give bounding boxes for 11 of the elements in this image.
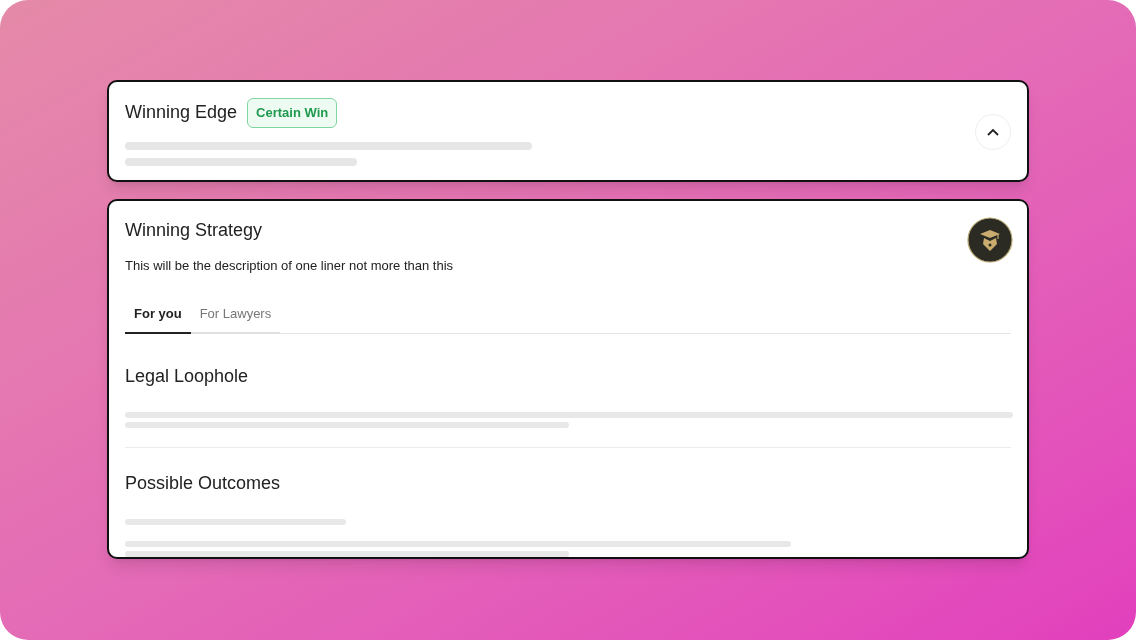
collapse-button[interactable] [975,114,1011,150]
card-description: This will be the description of one liner not more than this [125,257,454,275]
chevron-up-icon [987,128,999,136]
tab[interactable]: For you [125,303,191,334]
card-title: Winning Edge [125,101,238,125]
graduation-cap-pen-icon [967,217,1013,263]
card-title: Winning Strategy [125,219,264,242]
section-title: Legal Loophole [125,365,250,388]
section-title: Possible Outcomes [125,472,282,495]
tab[interactable]: For Lawyers [190,303,281,334]
status-badge: Certain Win [247,98,338,128]
